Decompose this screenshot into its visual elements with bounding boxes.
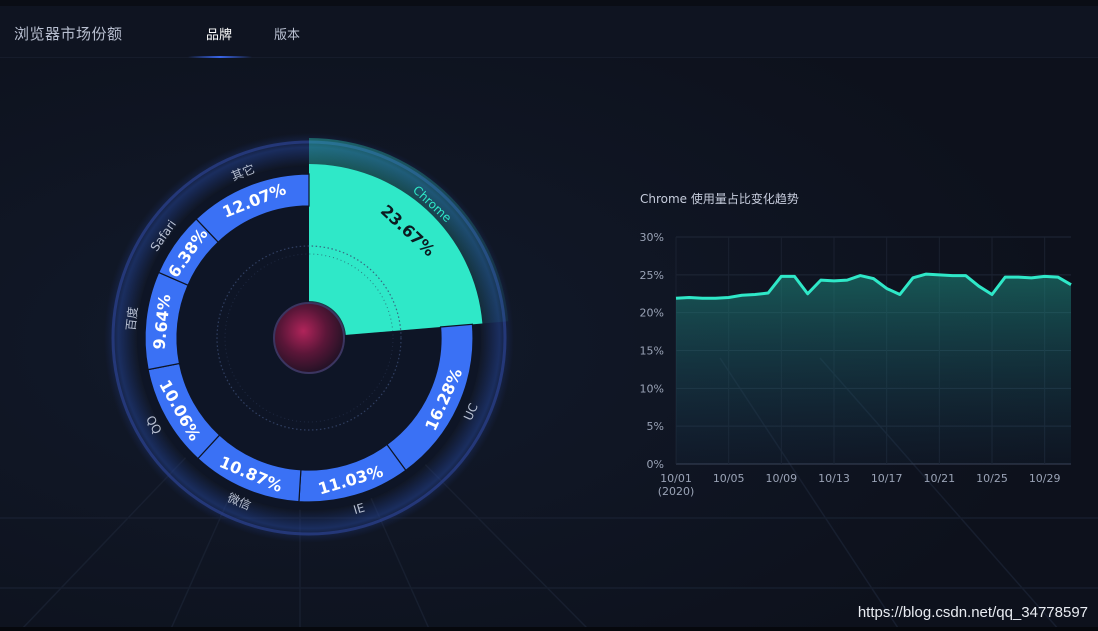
x-tick-label: 10/25 (976, 472, 1008, 485)
slice-category-label: 百度 (123, 306, 141, 332)
bottom-bar (0, 627, 1098, 631)
x-tick-label: 10/29 (1029, 472, 1061, 485)
chrome-trend-area-chart: 0% 5% 10% 15% 20% 25% 30% 10/01 10/05 10/09 10/13… (640, 231, 1072, 498)
y-tick-label: 5% (647, 420, 664, 433)
x-year-label: (2020) (658, 485, 695, 498)
y-tick-label: 10% (640, 382, 664, 395)
top-bar: 浏览器市场份额 品牌 版本 (0, 0, 1098, 58)
watermark: https://blog.csdn.net/qq_34778597 (857, 604, 1088, 621)
y-tick-label: 30% (640, 231, 664, 244)
tab-brand[interactable]: 品牌 (206, 24, 232, 43)
area-fill (676, 274, 1071, 464)
y-tick-label: 0% (647, 458, 664, 471)
tab-version[interactable]: 版本 (274, 24, 300, 43)
slice-0-chrome[interactable] (309, 164, 483, 335)
y-tick-label: 15% (640, 345, 664, 358)
browser-share-donut-chart: 23.67%Chrome16.28%UC11.03%IE10.87%微信10.0… (104, 133, 514, 543)
y-tick-label: 25% (640, 269, 664, 282)
y-tick-label: 20% (640, 307, 664, 320)
x-tick-label: 10/09 (765, 472, 797, 485)
page-title: 浏览器市场份额 (14, 25, 123, 43)
center-orb (273, 302, 345, 374)
x-tick-label: 10/01 (660, 472, 692, 485)
x-tick-label: 10/21 (923, 472, 955, 485)
x-tick-label: 10/17 (871, 472, 903, 485)
trend-chart-title: Chrome 使用量占比变化趋势 (640, 192, 799, 206)
x-tick-label: 10/13 (818, 472, 850, 485)
x-tick-label: 10/05 (713, 472, 745, 485)
